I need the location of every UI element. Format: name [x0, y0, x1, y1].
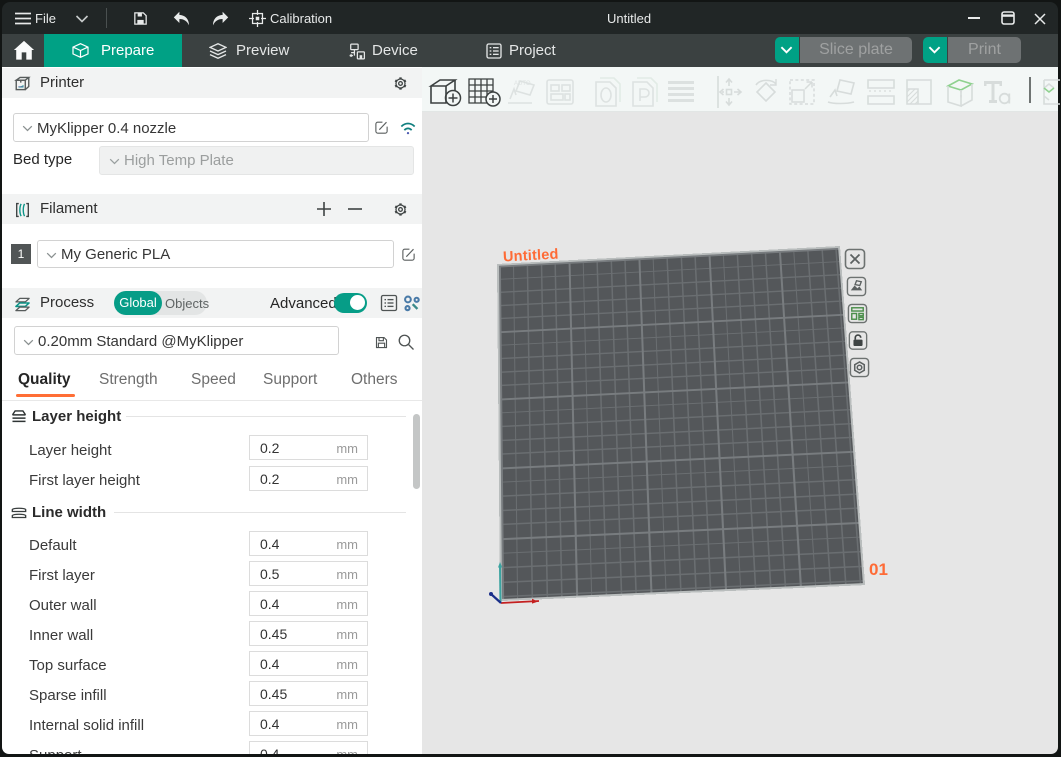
svg-text:AUTO: AUTO	[514, 81, 531, 87]
